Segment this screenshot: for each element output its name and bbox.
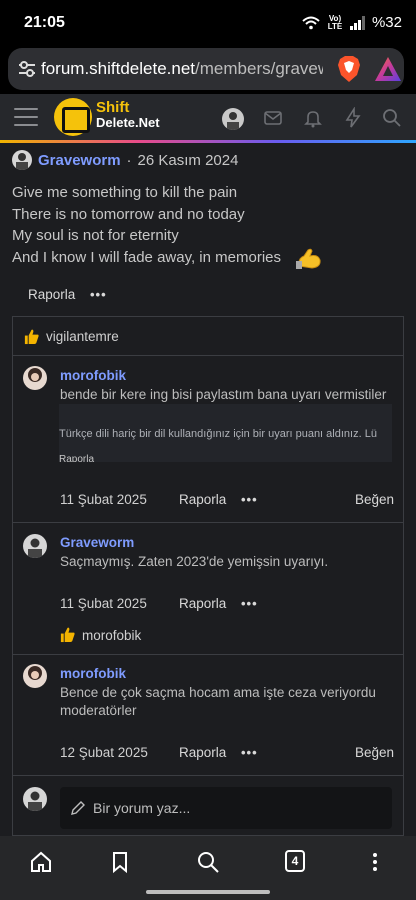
site-settings-icon[interactable] xyxy=(16,58,38,80)
menu-icon[interactable] xyxy=(14,108,38,126)
comment-input-placeholder: Bir yorum yaz... xyxy=(93,800,191,816)
search-icon[interactable] xyxy=(381,107,403,129)
thumbs-up-icon xyxy=(24,329,39,345)
comment-like-button[interactable]: Beğen xyxy=(355,745,394,760)
comment-report-link[interactable]: Raporla xyxy=(179,596,226,611)
pencil-icon xyxy=(71,801,85,815)
post-author-name[interactable]: Graveworm xyxy=(38,152,121,169)
report-post-link[interactable]: Raporla xyxy=(28,287,75,302)
status-bar: 21:05 Vo) LTE %32 xyxy=(0,0,416,46)
comment-text: bende bir kere ing bisi paylastım bana u… xyxy=(60,387,387,402)
comment-divider xyxy=(12,775,404,776)
comment-author[interactable]: Graveworm xyxy=(60,535,134,550)
header-accent-bar xyxy=(0,140,416,143)
post-meta: Graveworm · 26 Kasım 2024 xyxy=(12,150,238,170)
comment-text: Saçmaymış. Zaten 2023'de yemişsin uyarıy… xyxy=(60,554,329,569)
post-line: And I know I will fade away, in memories xyxy=(12,248,281,266)
url-path: /members/gravew xyxy=(195,59,323,78)
comment-more-menu[interactable]: ••• xyxy=(241,745,258,760)
wifi-icon xyxy=(302,16,320,29)
post-author-avatar[interactable] xyxy=(12,150,32,170)
home-icon[interactable] xyxy=(29,850,53,874)
reaction-user[interactable]: morofobik xyxy=(82,628,141,643)
mail-icon[interactable] xyxy=(262,107,284,129)
tab-switcher-button[interactable]: 4 xyxy=(285,850,305,872)
comment-more-menu[interactable]: ••• xyxy=(241,596,258,611)
comment-divider xyxy=(12,654,404,655)
comment-more-menu[interactable]: ••• xyxy=(241,492,258,507)
site-logo[interactable] xyxy=(54,98,92,136)
signal-icon xyxy=(349,15,365,30)
post-line: Give me something to kill the pain xyxy=(12,184,238,201)
flexed-arm-emoji-icon xyxy=(296,248,321,269)
comment-input[interactable]: Bir yorum yaz... xyxy=(60,787,392,829)
post-line: My soul is not for eternity xyxy=(12,227,179,244)
status-icons: Vo) LTE %32 xyxy=(302,14,402,31)
comment-avatar[interactable] xyxy=(23,366,47,390)
bolt-icon[interactable] xyxy=(342,107,364,129)
bookmark-icon[interactable] xyxy=(108,850,132,874)
comment-divider xyxy=(12,522,404,523)
brave-rewards-icon[interactable] xyxy=(374,56,402,82)
address-bar[interactable]: forum.shiftdelete.net/members/gravew xyxy=(8,48,404,90)
post-reactions-bar[interactable]: vigilantemre xyxy=(12,316,404,356)
quoted-warning: Türkçe dili hariç bir dil kullandığınız … xyxy=(59,404,392,462)
search-icon[interactable] xyxy=(196,850,220,874)
url-host: forum.shiftdelete.net xyxy=(41,59,196,78)
gesture-handle xyxy=(146,890,270,894)
quoted-warning-text: Türkçe dili hariç bir dil kullandığınız … xyxy=(59,428,377,440)
post-body: Give me something to kill the pain There… xyxy=(12,182,281,268)
more-options-icon[interactable] xyxy=(363,850,387,874)
user-avatar[interactable] xyxy=(222,108,244,130)
comment-author[interactable]: morofobik xyxy=(60,368,126,383)
battery-percent: %32 xyxy=(371,14,402,31)
comment-date[interactable]: 11 Şubat 2025 xyxy=(60,596,147,611)
reaction-user[interactable]: vigilantemre xyxy=(46,329,119,344)
thumbs-up-icon xyxy=(60,627,75,643)
comment-date[interactable]: 11 Şubat 2025 xyxy=(60,492,147,507)
current-user-avatar xyxy=(23,787,47,811)
comment-date[interactable]: 12 Şubat 2025 xyxy=(60,745,148,760)
comment-author[interactable]: morofobik xyxy=(60,666,126,681)
logo-text-shift: Shift xyxy=(96,99,130,116)
volte-label: Vo) LTE xyxy=(327,13,343,31)
status-time: 21:05 xyxy=(24,14,65,31)
logo-text-deletenet: Delete.Net xyxy=(96,115,160,130)
bell-icon[interactable] xyxy=(302,107,324,129)
comment-text-line: moderatörler xyxy=(60,703,137,718)
comment-report-link[interactable]: Raporla xyxy=(179,492,226,507)
post-date[interactable]: 26 Kasım 2024 xyxy=(138,152,239,169)
comment-avatar[interactable] xyxy=(23,534,47,558)
post-line: There is no tomorrow and no today xyxy=(12,205,245,223)
quoted-report-link: Raporla xyxy=(59,454,95,462)
browser-toolbar: forum.shiftdelete.net/members/gravew xyxy=(0,46,416,94)
post-separator: · xyxy=(126,151,132,169)
brave-shields-icon[interactable] xyxy=(336,55,362,83)
post-more-menu[interactable]: ••• xyxy=(90,287,107,302)
comment-avatar[interactable] xyxy=(23,664,47,688)
comment-report-link[interactable]: Raporla xyxy=(179,745,226,760)
url-text[interactable]: forum.shiftdelete.net/members/gravew xyxy=(41,59,323,79)
comment-text-line: Bence de çok saçma hocam ama işte ceza v… xyxy=(60,685,376,700)
comment-like-button[interactable]: Beğen xyxy=(355,492,394,507)
